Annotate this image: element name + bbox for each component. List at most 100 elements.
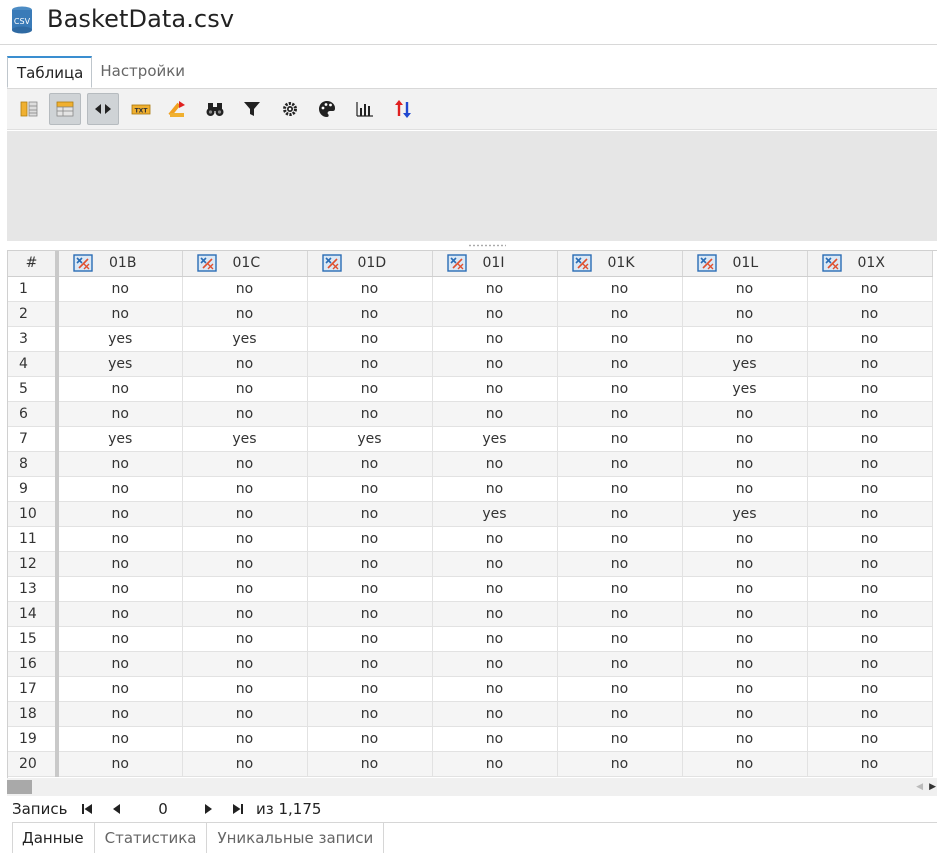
table-cell[interactable]: no [432, 576, 558, 602]
table-row[interactable]: 16 no no no no no no no [8, 651, 933, 677]
table-cell[interactable]: no [57, 751, 183, 777]
scroll-right-icon[interactable]: ▶ [929, 782, 936, 792]
table-row[interactable]: 15 no no no no no no no [8, 626, 933, 652]
table-cell[interactable]: no [307, 751, 433, 777]
table-cell[interactable]: no [307, 401, 433, 427]
table-cell[interactable]: yes [307, 426, 433, 452]
table-cell[interactable]: no [57, 701, 183, 727]
table-cell[interactable]: no [432, 476, 558, 502]
table-cell[interactable]: no [182, 276, 308, 302]
table-cell[interactable]: no [557, 376, 683, 402]
table-cell[interactable]: no [682, 651, 808, 677]
table-cell[interactable]: no [182, 626, 308, 652]
table-cell[interactable]: no [307, 601, 433, 627]
txt-export-button[interactable]: TXT [125, 93, 157, 125]
table-cell[interactable]: no [432, 751, 558, 777]
table-cell[interactable]: no [432, 451, 558, 477]
table-cell[interactable]: yes [682, 351, 808, 377]
table-cell[interactable]: no [432, 276, 558, 302]
table-cell[interactable]: no [807, 676, 933, 702]
table-cell[interactable]: no [807, 276, 933, 302]
column-header[interactable]: 01B [57, 251, 183, 277]
table-row[interactable]: 13 no no no no no no no [8, 576, 933, 602]
table-cell[interactable]: no [682, 576, 808, 602]
find-button[interactable] [199, 93, 231, 125]
column-header[interactable]: 01C [182, 251, 308, 277]
table-cell[interactable]: no [182, 501, 308, 527]
table-cell[interactable]: no [182, 476, 308, 502]
table-cell[interactable]: no [557, 626, 683, 652]
table-cell[interactable]: no [307, 301, 433, 327]
table-cell[interactable]: no [307, 526, 433, 552]
table-row[interactable]: 20 no no no no no no no [8, 751, 933, 777]
table-cell[interactable]: no [57, 476, 183, 502]
table-cell[interactable]: yes [682, 376, 808, 402]
table-cell[interactable]: no [432, 701, 558, 727]
table-row[interactable]: 2 no no no no no no no [8, 301, 933, 327]
table-cell[interactable]: no [432, 326, 558, 352]
table-cell[interactable]: no [807, 551, 933, 577]
last-record-button[interactable] [229, 799, 247, 819]
table-cell[interactable]: no [807, 526, 933, 552]
table-cell[interactable]: no [307, 351, 433, 377]
table-cell[interactable]: no [807, 626, 933, 652]
table-cell[interactable]: no [307, 576, 433, 602]
table-cell[interactable]: no [557, 751, 683, 777]
table-row[interactable]: 14 no no no no no no no [8, 601, 933, 627]
table-cell[interactable]: no [307, 326, 433, 352]
table-cell[interactable]: no [182, 551, 308, 577]
tab-unique-records[interactable]: Уникальные записи [207, 823, 385, 853]
sort-direction-button[interactable] [387, 93, 419, 125]
table-cell[interactable]: no [432, 551, 558, 577]
table-cell[interactable]: no [182, 351, 308, 377]
table-cell[interactable]: no [682, 301, 808, 327]
table-cell[interactable]: no [807, 351, 933, 377]
table-cell[interactable]: no [307, 451, 433, 477]
table-cell[interactable]: no [682, 401, 808, 427]
table-cell[interactable]: no [432, 401, 558, 427]
tab-table[interactable]: Таблица [7, 56, 93, 88]
table-cell[interactable]: no [682, 626, 808, 652]
table-cell[interactable]: no [57, 301, 183, 327]
table-cell[interactable]: no [182, 401, 308, 427]
table-cell[interactable]: no [807, 426, 933, 452]
table-cell[interactable]: no [307, 651, 433, 677]
tab-statistics[interactable]: Статистика [95, 823, 208, 853]
table-cell[interactable]: no [557, 476, 683, 502]
settings-button[interactable] [274, 93, 306, 125]
table-cell[interactable]: no [307, 626, 433, 652]
table-cell[interactable]: no [682, 326, 808, 352]
table-cell[interactable]: no [557, 601, 683, 627]
scrollbar-thumb[interactable] [7, 780, 32, 794]
table-cell[interactable]: no [557, 326, 683, 352]
resize-columns-button[interactable] [87, 93, 119, 125]
prev-record-button[interactable] [108, 799, 126, 819]
table-cell[interactable]: no [57, 601, 183, 627]
column-header[interactable]: 01K [557, 251, 683, 277]
table-cell[interactable]: no [57, 651, 183, 677]
table-cell[interactable]: no [682, 676, 808, 702]
column-header[interactable]: 01L [682, 251, 808, 277]
table-cell[interactable]: no [807, 726, 933, 752]
table-cell[interactable]: yes [57, 426, 183, 452]
table-row[interactable]: 11 no no no no no no no [8, 526, 933, 552]
table-cell[interactable]: no [807, 576, 933, 602]
table-cell[interactable]: no [307, 701, 433, 727]
table-cell[interactable]: no [57, 726, 183, 752]
table-cell[interactable]: no [182, 701, 308, 727]
table-cell[interactable]: no [557, 351, 683, 377]
table-row[interactable]: 3 yes yes no no no no no [8, 326, 933, 352]
table-cell[interactable]: no [432, 626, 558, 652]
table-row[interactable]: 7 yes yes yes yes no no no [8, 426, 933, 452]
table-cell[interactable]: no [557, 676, 683, 702]
table-cell[interactable]: no [182, 576, 308, 602]
columns-panel-button[interactable] [13, 93, 45, 125]
table-cell[interactable]: no [682, 701, 808, 727]
table-cell[interactable]: no [307, 476, 433, 502]
table-row[interactable]: 4 yes no no no no yes no [8, 351, 933, 377]
table-cell[interactable]: yes [182, 426, 308, 452]
chart-button[interactable] [349, 93, 381, 125]
table-cell[interactable]: no [682, 476, 808, 502]
table-cell[interactable]: no [432, 726, 558, 752]
table-cell[interactable]: no [557, 726, 683, 752]
